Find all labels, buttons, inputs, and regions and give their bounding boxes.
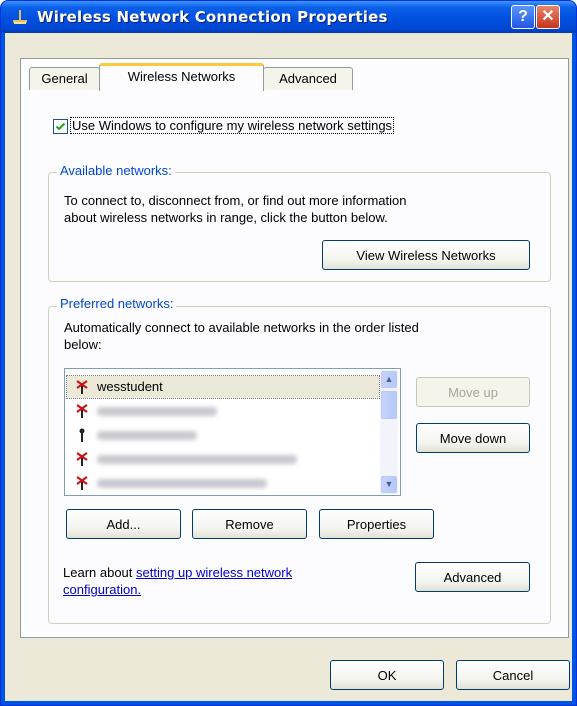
checkmark-icon: [55, 122, 66, 131]
setup-link-line1[interactable]: setting up wireless network: [136, 565, 292, 580]
help-button[interactable]: ?: [511, 5, 535, 29]
available-networks-title: Available networks:: [57, 163, 175, 178]
setup-link-line2[interactable]: configuration.: [63, 582, 141, 597]
obscured-network-name: [97, 479, 267, 488]
scroll-thumb[interactable]: [381, 391, 397, 419]
add-button[interactable]: Add...: [66, 509, 181, 539]
preferred-networks-list[interactable]: wesstudent ▲ ▼: [64, 368, 401, 496]
ok-button[interactable]: OK: [330, 660, 444, 690]
advanced-button[interactable]: Advanced: [415, 562, 530, 592]
list-item[interactable]: [67, 400, 379, 422]
list-scrollbar[interactable]: ▲ ▼: [380, 370, 398, 494]
learn-about-text: Learn about setting up wireless network: [63, 565, 292, 580]
list-item[interactable]: wesstudent: [66, 375, 380, 399]
wireless-network-unavailable-icon: [76, 404, 88, 418]
obscured-network-name: [97, 455, 297, 464]
remove-button[interactable]: Remove: [192, 509, 307, 539]
cancel-button[interactable]: Cancel: [456, 660, 570, 690]
properties-button[interactable]: Properties: [319, 509, 434, 539]
wireless-network-unavailable-icon: [76, 476, 88, 490]
view-wireless-networks-button[interactable]: View Wireless Networks: [322, 240, 530, 270]
available-description-line2: about wireless networks in range, click …: [64, 210, 388, 225]
network-connection-icon: [13, 10, 27, 24]
list-item[interactable]: [67, 472, 379, 494]
use-windows-label[interactable]: Use Windows to configure my wireless net…: [70, 117, 395, 134]
move-down-button[interactable]: Move down: [416, 423, 530, 453]
list-item[interactable]: [67, 424, 379, 446]
list-item[interactable]: [67, 448, 379, 470]
close-button[interactable]: ✕: [536, 5, 560, 29]
wireless-network-icon: [79, 428, 85, 442]
preferred-description-line1: Automatically connect to available netwo…: [64, 320, 419, 335]
page: Wireless Network Connection Properties ?…: [0, 0, 577, 706]
network-name: wesstudent: [97, 379, 163, 394]
scroll-up-icon[interactable]: ▲: [381, 371, 397, 388]
move-up-button[interactable]: Move up: [416, 377, 530, 407]
obscured-network-name: [97, 407, 217, 416]
window-title: Wireless Network Connection Properties: [37, 8, 388, 26]
use-windows-checkbox[interactable]: [53, 119, 68, 134]
preferred-networks-title: Preferred networks:: [57, 296, 177, 311]
wireless-network-unavailable-icon: [76, 452, 88, 466]
preferred-description-line2: below:: [64, 337, 102, 352]
tab-general[interactable]: General: [29, 67, 100, 90]
wireless-network-unavailable-icon: [76, 380, 88, 394]
learn-about-prefix: Learn about: [63, 565, 133, 580]
scroll-down-icon[interactable]: ▼: [381, 476, 397, 493]
tab-wireless-networks[interactable]: Wireless Networks: [99, 63, 264, 91]
available-description-line1: To connect to, disconnect from, or find …: [64, 193, 407, 208]
obscured-network-name: [97, 431, 197, 440]
tab-advanced[interactable]: Advanced: [263, 67, 353, 90]
title-bar[interactable]: Wireless Network Connection Properties ?…: [1, 1, 576, 33]
